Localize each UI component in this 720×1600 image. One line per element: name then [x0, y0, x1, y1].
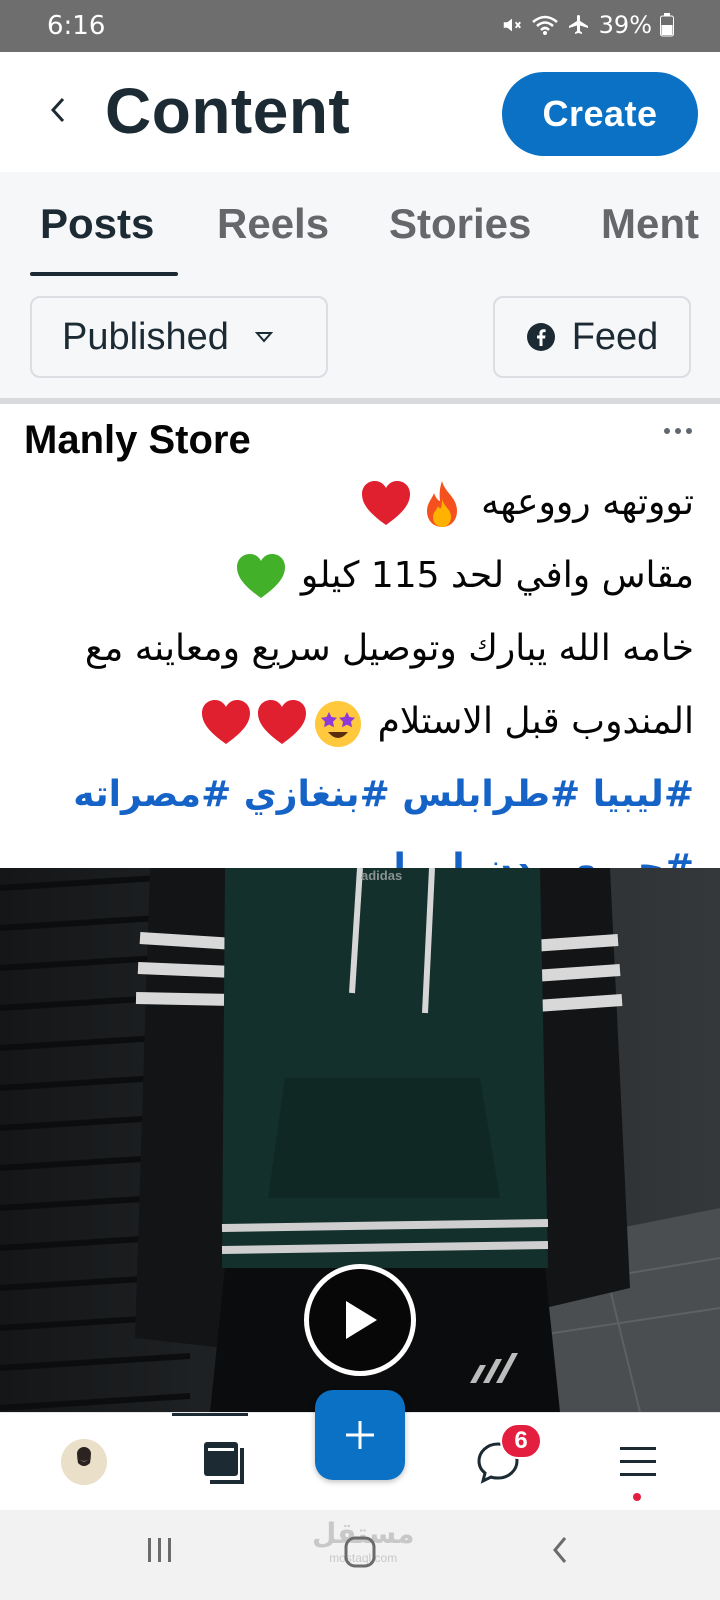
status-icons: 39% — [501, 11, 674, 39]
filter-bar: Published Feed — [0, 276, 720, 398]
post-page-name: Manly Store — [24, 418, 251, 462]
facebook-icon — [526, 323, 555, 351]
back-arrow-icon — [553, 1537, 567, 1563]
avatar — [61, 1439, 107, 1485]
system-back-button[interactable] — [540, 1530, 580, 1570]
recent-apps-icon — [148, 1538, 171, 1562]
platform-filter-label: Feed — [571, 315, 659, 358]
dot — [675, 428, 681, 434]
airplane-icon — [568, 15, 588, 34]
create-button[interactable]: Create — [502, 72, 698, 156]
red-heart-emoji-icon — [202, 700, 251, 744]
star-struck-emoji-icon — [315, 701, 362, 747]
messages-badge: 6 — [500, 1423, 542, 1459]
mute-icon — [503, 18, 521, 32]
chevron-left-icon — [50, 97, 65, 123]
hashtags-line-1[interactable]: #ليبيا #طرابلس #بنغازي #مصراته — [14, 758, 694, 831]
red-heart-emoji-icon — [258, 700, 307, 744]
green-heart-emoji-icon — [237, 554, 286, 598]
nav-posts[interactable] — [186, 1413, 262, 1511]
red-heart-emoji-icon — [361, 481, 410, 525]
plus-icon — [346, 1421, 374, 1449]
tab-posts[interactable]: Posts — [40, 200, 154, 248]
caption-text-2: مقاس وافي لحد 115 كيلو — [300, 555, 694, 596]
tab-mentions[interactable]: Ment — [601, 200, 699, 248]
tab-stories[interactable]: Stories — [389, 200, 531, 248]
create-fab[interactable] — [315, 1390, 405, 1480]
status-filter-label: Published — [62, 315, 229, 358]
system-navigation-bar: مستقل mostaql.com — [0, 1510, 720, 1600]
fire-emoji-icon — [426, 481, 457, 527]
home-button[interactable] — [338, 1530, 382, 1574]
status-filter-dropdown[interactable]: Published — [30, 296, 328, 378]
caption-text-1: تووتهه رووعهه — [481, 482, 694, 523]
battery-percent: 39% — [598, 11, 652, 39]
status-bar: 6:16 39% — [0, 0, 720, 52]
battery-icon — [660, 13, 674, 37]
manly-store-logo-icon — [61, 1439, 107, 1485]
caption-text-3: خامه الله يبارك وتوصيل سريع ومعاينه مع — [84, 628, 694, 669]
caption-line-2: مقاس وافي لحد 115 كيلو — [14, 539, 694, 612]
video-brand-text: adidas — [361, 868, 403, 883]
post-more-options-button[interactable] — [664, 428, 692, 434]
back-button[interactable] — [38, 90, 78, 130]
header: Content Create — [0, 52, 720, 172]
nav-profile[interactable] — [48, 1413, 120, 1511]
dot — [686, 428, 692, 434]
platform-filter-button[interactable]: Feed — [493, 296, 691, 378]
tab-reels[interactable]: Reels — [217, 200, 329, 248]
recent-apps-button[interactable] — [140, 1530, 180, 1570]
post-caption: تووتهه رووعهه مقاس وافي لحد 115 كيلو خام… — [14, 466, 694, 904]
dot — [664, 428, 670, 434]
caret-down-icon — [254, 332, 273, 343]
content-tabs: Posts Reels Stories Ment — [0, 172, 720, 276]
post-card[interactable]: Manly Store تووتهه رووعهه مقاس وافي لحد … — [0, 404, 720, 888]
caption-line-4: المندوب قبل الاستلام — [14, 685, 694, 758]
menu-icon — [620, 1447, 656, 1476]
play-icon — [346, 1301, 377, 1339]
home-icon — [344, 1536, 376, 1568]
play-button[interactable] — [304, 1264, 416, 1376]
posts-icon — [204, 1442, 244, 1484]
caption-line-3: خامه الله يبارك وتوصيل سريع ومعاينه مع — [14, 612, 694, 685]
wifi-icon — [531, 15, 558, 35]
post-video[interactable]: adidas — [0, 868, 720, 1412]
menu-notification-dot — [633, 1493, 641, 1501]
page-title: Content — [105, 75, 351, 147]
status-time: 6:16 — [47, 11, 106, 41]
caption-line-1: تووتهه رووعهه — [14, 466, 694, 539]
caption-text-4: المندوب قبل الاستلام — [377, 701, 694, 742]
